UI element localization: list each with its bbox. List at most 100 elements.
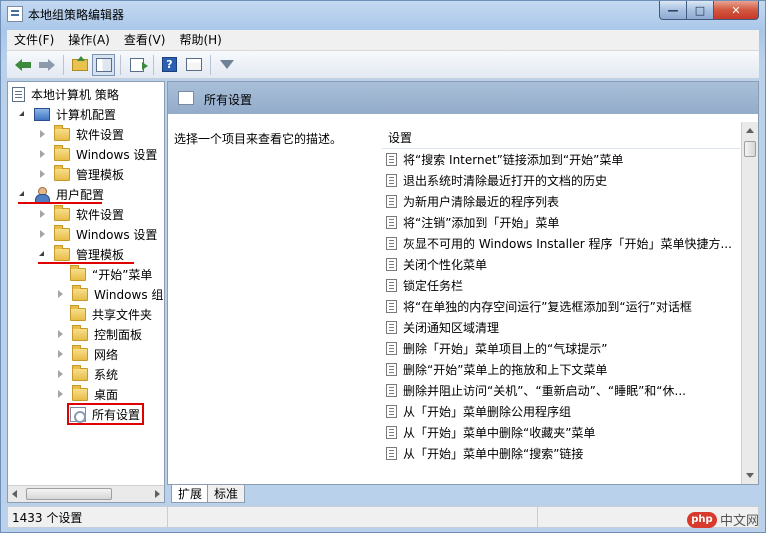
- list-item[interactable]: 将“注销”添加到「开始」菜单: [386, 212, 738, 233]
- menu-help[interactable]: 帮助(H): [172, 30, 228, 50]
- tree-item-windows-components[interactable]: Windows 组件: [56, 284, 164, 304]
- description-text: 选择一个项目来查看它的描述。: [174, 132, 343, 146]
- list-item[interactable]: 从「开始」菜单中删除“收藏夹”菜单: [386, 422, 738, 443]
- column-header-setting[interactable]: 设置: [382, 127, 740, 149]
- toolbar-separator: [63, 54, 64, 75]
- tree-item-desktop[interactable]: 桌面: [56, 384, 118, 404]
- details-title: 所有设置: [204, 93, 253, 107]
- app-icon: [7, 6, 23, 22]
- scroll-left-icon[interactable]: [12, 490, 17, 498]
- all-settings-icon: [178, 91, 194, 105]
- filter-icon: [219, 60, 234, 69]
- list-item[interactable]: 关闭个性化菜单: [386, 254, 738, 275]
- collapse-arrow-icon[interactable]: [38, 169, 48, 179]
- tree-item-computer-windows[interactable]: Windows 设置: [38, 144, 157, 164]
- caption-buttons: — □ ✕: [659, 1, 759, 20]
- folder-icon: [54, 244, 70, 261]
- list-item[interactable]: 灰显不可用的 Windows Installer 程序「开始」菜单快捷方...: [386, 233, 738, 254]
- tree-item-label: 网络: [94, 347, 119, 362]
- collapse-arrow-icon[interactable]: [56, 369, 66, 379]
- collapse-arrow-icon[interactable]: [56, 349, 66, 359]
- tab-extended[interactable]: 扩展: [171, 485, 210, 503]
- scroll-down-icon[interactable]: [746, 473, 754, 478]
- expand-arrow-icon[interactable]: [18, 109, 28, 119]
- tree-item-computer-software[interactable]: 软件设置: [38, 124, 124, 144]
- back-button[interactable]: [11, 54, 34, 76]
- collapse-arrow-icon[interactable]: [38, 209, 48, 219]
- tree-item-user-config[interactable]: 用户配置: [18, 184, 104, 204]
- filter-button[interactable]: [215, 54, 238, 76]
- watermark-badge: php: [686, 511, 717, 528]
- list-item[interactable]: 删除「开始」菜单项目上的“气球提示”: [386, 338, 738, 359]
- status-setting-count: 1433 个设置: [8, 507, 168, 527]
- tree-item-user-software[interactable]: 软件设置: [38, 204, 124, 224]
- list-item-label: 为新用户清除最近的程序列表: [403, 195, 560, 209]
- tree-item-system[interactable]: 系统: [56, 364, 118, 384]
- folder-icon: [54, 204, 70, 221]
- view-tabs: 扩展 标准: [167, 485, 759, 505]
- list-item[interactable]: 退出系统时清除最近打开的文档的历史: [386, 170, 738, 191]
- list-item[interactable]: 删除“开始”菜单上的拖放和上下文菜单: [386, 359, 738, 380]
- scroll-right-icon[interactable]: [155, 490, 160, 498]
- maximize-button[interactable]: □: [686, 1, 713, 20]
- collapse-arrow-icon[interactable]: [56, 289, 66, 299]
- menu-file[interactable]: 文件(F): [7, 30, 61, 50]
- help-button[interactable]: ?: [158, 54, 181, 76]
- tree-item-computer-admin[interactable]: 管理模板: [38, 164, 124, 184]
- tree-item-network[interactable]: 网络: [56, 344, 118, 364]
- console-tree[interactable]: 本地计算机 策略 计算机配置 软件设置 Windows 设置 管理模板 用户配置: [7, 81, 165, 503]
- collapse-arrow-icon[interactable]: [56, 389, 66, 399]
- collapse-arrow-icon[interactable]: [38, 149, 48, 159]
- forward-button[interactable]: [35, 54, 58, 76]
- folder-icon: [54, 164, 70, 181]
- minimize-button[interactable]: —: [659, 1, 686, 20]
- list-item[interactable]: 为新用户清除最近的程序列表: [386, 191, 738, 212]
- tree-item-root[interactable]: 本地计算机 策略: [12, 84, 119, 104]
- list-item-label: 退出系统时清除最近打开的文档的历史: [403, 174, 608, 188]
- back-arrow-icon: [14, 58, 31, 71]
- collapse-arrow-icon[interactable]: [38, 229, 48, 239]
- policy-setting-icon: [386, 279, 397, 292]
- show-hide-tree-button[interactable]: [92, 53, 115, 76]
- policy-setting-icon: [386, 153, 397, 166]
- collapse-arrow-icon[interactable]: [56, 329, 66, 339]
- close-button[interactable]: ✕: [713, 1, 759, 20]
- scroll-thumb[interactable]: [26, 488, 112, 500]
- gpedit-window: 本地组策略编辑器 — □ ✕ 文件(F) 操作(A) 查看(V) 帮助(H) ?…: [0, 0, 766, 533]
- list-item-label: 将“注销”添加到「开始」菜单: [403, 216, 560, 230]
- list-item[interactable]: 关闭通知区域清理: [386, 317, 738, 338]
- tree-item-label: 软件设置: [76, 207, 125, 222]
- tree-item-shared-folders[interactable]: 共享文件夹: [70, 304, 152, 324]
- up-one-level-button[interactable]: [68, 54, 91, 76]
- settings-list[interactable]: 设置 将“搜索 Internet”链接添加到“开始”菜单 退出系统时清除最近打开…: [382, 122, 758, 484]
- list-item[interactable]: 将“在单独的内存空间运行”复选框添加到“运行”对话框: [386, 296, 738, 317]
- title-bar[interactable]: 本地组策略编辑器 — □ ✕: [1, 1, 765, 27]
- export-list-button[interactable]: [125, 54, 148, 76]
- scroll-up-icon[interactable]: [746, 128, 754, 133]
- list-item[interactable]: 锁定任务栏: [386, 275, 738, 296]
- list-item-label: 锁定任务栏: [403, 279, 464, 293]
- list-item[interactable]: 从「开始」菜单删除公用程序组: [386, 401, 738, 422]
- tab-standard[interactable]: 标准: [207, 485, 246, 503]
- scroll-thumb[interactable]: [744, 141, 756, 157]
- show-hide-action-pane-button[interactable]: [182, 54, 205, 76]
- tree-item-user-windows[interactable]: Windows 设置: [38, 224, 157, 244]
- menu-view[interactable]: 查看(V): [117, 30, 173, 50]
- expand-arrow-icon[interactable]: [38, 249, 48, 259]
- expand-arrow-icon[interactable]: [18, 189, 28, 199]
- tree-item-user-admin[interactable]: 管理模板: [38, 244, 124, 264]
- folder-icon: [70, 304, 86, 321]
- list-item[interactable]: 从「开始」菜单中删除“搜索”链接: [386, 443, 738, 464]
- status-segment: [168, 507, 538, 527]
- list-item-label: 从「开始」菜单中删除“收藏夹”菜单: [403, 426, 596, 440]
- tree-item-start-menu[interactable]: “开始”菜单: [70, 264, 152, 284]
- menu-action[interactable]: 操作(A): [61, 30, 117, 50]
- list-vertical-scrollbar[interactable]: [741, 122, 758, 484]
- collapse-arrow-icon[interactable]: [38, 129, 48, 139]
- tree-horizontal-scrollbar[interactable]: [8, 485, 164, 502]
- tree-item-control-panel[interactable]: 控制面板: [56, 324, 142, 344]
- tree-item-computer-config[interactable]: 计算机配置: [18, 104, 116, 124]
- folder-icon: [54, 144, 70, 161]
- list-item[interactable]: 将“搜索 Internet”链接添加到“开始”菜单: [386, 149, 738, 170]
- list-item[interactable]: 删除并阻止访问“关机”、“重新启动”、“睡眠”和“休...: [386, 380, 738, 401]
